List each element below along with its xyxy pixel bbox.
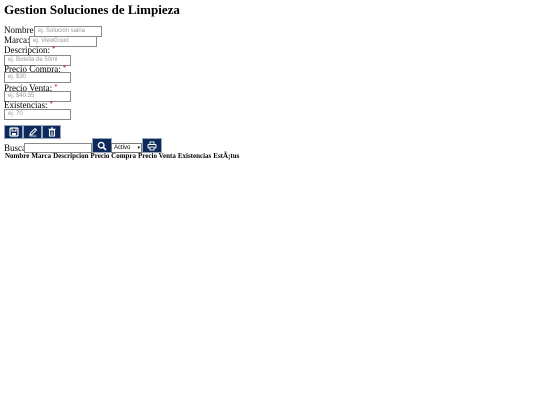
marca-label-text: Marca: <box>4 35 30 45</box>
print-button[interactable] <box>142 138 162 153</box>
status-select-value: Activo <box>114 145 131 151</box>
delete-button[interactable] <box>42 125 61 139</box>
printer-icon <box>147 141 157 150</box>
required-mark: * <box>62 64 67 72</box>
column-header-precio-compra: Precio Compra <box>90 152 137 160</box>
column-header-precio-venta: Precio Venta <box>138 152 176 160</box>
column-header-marca: Marca <box>31 152 52 160</box>
existencias-input[interactable]: ej. 70 <box>4 109 71 120</box>
column-header-nombre: Nombre <box>5 152 30 160</box>
pencil-icon <box>28 127 37 137</box>
precio-compra-input[interactable]: ej. $30 <box>4 72 71 83</box>
column-header-descripcion: Descripcion <box>53 152 89 160</box>
magnifier-icon <box>97 141 107 151</box>
save-icon <box>8 127 19 137</box>
column-header-existencias: Existencias <box>177 152 212 160</box>
descripcion-label: Descripcion: * <box>4 45 55 55</box>
products-table: Nombre Marca Descripcion Precio Compra P… <box>4 152 240 160</box>
descripcion-label-text: Descripcion: <box>4 45 50 55</box>
nombre-label-text: Nombre: <box>4 25 36 35</box>
edit-button[interactable] <box>23 125 42 139</box>
column-header-estatus: EstÃ¡tus <box>213 152 240 160</box>
table-header-row: Nombre Marca Descripcion Precio Compra P… <box>4 152 240 160</box>
required-mark: * <box>54 83 58 91</box>
required-mark: * <box>49 100 54 108</box>
search-button[interactable] <box>92 138 112 153</box>
trash-icon <box>48 127 55 137</box>
page-title: Gestion Soluciones de Limpieza <box>4 2 180 17</box>
required-mark: * <box>51 45 56 53</box>
chevron-down-icon: ▾ <box>137 145 140 151</box>
save-button[interactable] <box>4 125 23 139</box>
